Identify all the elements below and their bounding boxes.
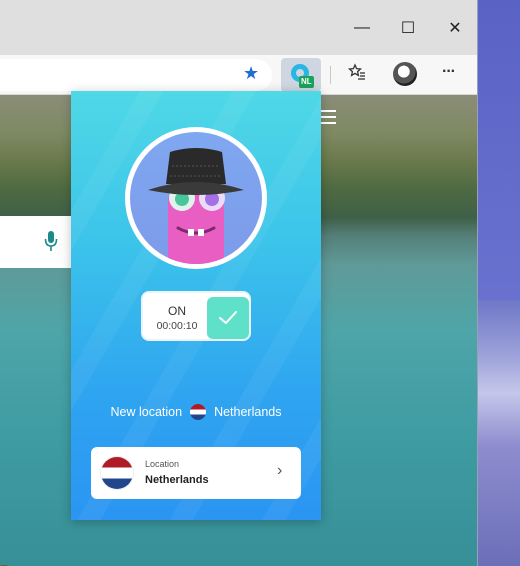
hamburger-icon[interactable] [320, 110, 336, 124]
check-icon [219, 311, 237, 324]
title-bar: — ☐ ✕ [0, 0, 477, 55]
maximize-icon: ☐ [400, 20, 416, 37]
minimize-icon: — [354, 19, 370, 36]
connection-status: ON [168, 304, 186, 318]
vpn-extension-button[interactable]: NL [281, 58, 321, 92]
connection-timer: 00:00:10 [156, 320, 198, 332]
search-box[interactable] [0, 216, 80, 268]
star-icon[interactable]: ★ [243, 63, 259, 84]
browser-toolbar: ★ NL ··· [0, 55, 477, 95]
new-location-row[interactable]: New location Netherlands [71, 401, 321, 423]
netherlands-flag-icon [100, 456, 134, 490]
connect-button[interactable] [207, 297, 249, 339]
new-location-country: Netherlands [214, 405, 282, 419]
more-icon[interactable]: ··· [442, 63, 456, 81]
close-button[interactable]: ✕ [440, 13, 470, 43]
close-icon: ✕ [448, 20, 462, 37]
avatar[interactable] [393, 62, 417, 86]
netherlands-flag-icon [190, 404, 207, 420]
toolbar-divider [330, 66, 331, 84]
maximize-button[interactable]: ☐ [393, 13, 423, 43]
address-bar[interactable] [0, 59, 272, 91]
minimize-button[interactable]: — [347, 13, 377, 43]
desktop-background [478, 300, 520, 566]
mascot-avatar [125, 127, 267, 269]
vpn-popup: ON 00:00:10 New location Netherlands Loc… [71, 91, 321, 520]
mic-icon[interactable] [44, 230, 58, 252]
location-selector[interactable]: Location Netherlands › [91, 447, 301, 499]
new-location-label: New location [110, 405, 183, 419]
chevron-right-icon: › [277, 462, 283, 479]
mascot-illustration [130, 132, 262, 264]
connection-toggle[interactable]: ON 00:00:10 [141, 291, 251, 341]
location-label: Location [145, 459, 180, 469]
extension-badge: NL [299, 76, 314, 88]
location-value: Netherlands [145, 474, 209, 486]
favorites-icon[interactable] [347, 63, 366, 86]
